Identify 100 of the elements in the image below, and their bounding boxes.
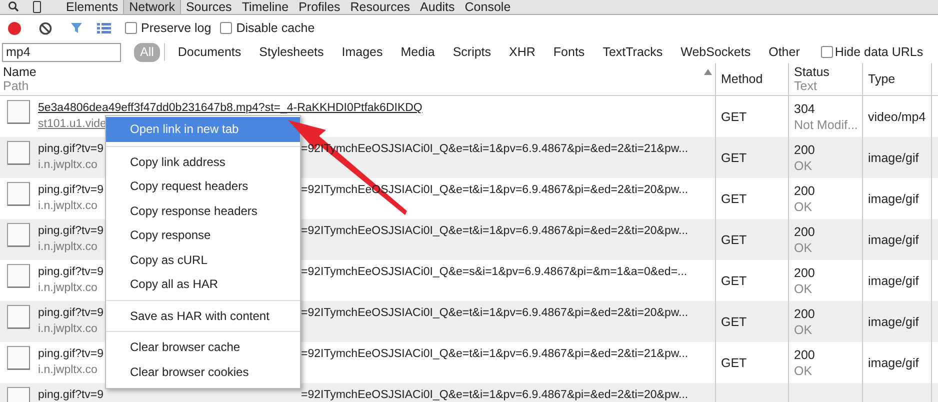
request-path: i.n.jwpltx.co [38,199,98,214]
file-icon [7,223,30,247]
type-text: image/gif [868,190,919,206]
file-icon [7,100,30,124]
request-name: ping.gif?tv=9 [38,266,104,278]
column-header[interactable]: Method [721,72,763,86]
status-code: 200 [794,264,816,280]
request-path: i.n.jwpltx.co [38,363,98,378]
checkbox[interactable] [220,22,232,34]
mobile-device-icon[interactable] [33,1,41,13]
type-filter-tab[interactable]: Documents [172,42,248,62]
panel-tab[interactable]: Audits [415,0,460,14]
request-path: i.n.jwpltx.co [38,281,98,296]
status-text: OK [794,240,814,256]
panel-tab[interactable]: Profiles [294,0,346,14]
column-subheader: Path [3,79,30,93]
filter-icon[interactable] [70,22,83,34]
request-name: =92ITymchEeOSJSIACi0I_Q&e=t&i=1&pv=6.9.4867&pi=&ed=2&ti=20&pw... [301,224,688,239]
request-name: ping.gif?tv=9 [38,225,104,237]
menu-item[interactable]: Open link in new tab [106,117,300,142]
column-header[interactable]: Name [3,65,36,79]
checkbox-label: Preserve log [141,20,212,37]
method-text: GET [721,272,747,288]
clear-icon[interactable] [39,22,52,34]
request-name: =92ITymchEeOSJSIACi0I_Q&e=t&i=1&pv=6.9.4867&pi=&ed=2&ti=21&pw... [301,347,688,362]
request-name: ping.gif?tv=9 [38,184,104,196]
status-code: 200 [794,142,816,158]
request-name: =92ITymchEeOSJSIACi0I_Q&e=t&i=1&pv=6.9.4867&pi=&ed=2&ti=20&pw... [301,306,688,321]
list-view-icon[interactable] [97,22,111,34]
type-filter-tab[interactable]: XHR [503,42,542,62]
search-icon[interactable] [8,1,19,12]
method-text: GET [721,190,747,206]
status-code: 200 [794,346,816,362]
status-text: Not Modif... [794,116,859,132]
menu-item[interactable]: Copy all as HAR [106,272,300,296]
panel-tab[interactable]: Console [460,0,516,14]
status-text: OK [794,280,814,296]
type-filter-tab[interactable]: Media [394,42,441,62]
column-header[interactable]: Type [868,72,896,86]
method-text: GET [721,150,747,166]
file-icon [7,182,30,206]
type-text: image/gif [868,272,919,288]
menu-item[interactable]: Clear browser cache [106,335,300,360]
type-text: video/mp4 [868,108,926,124]
status-code: 304 [794,100,816,116]
file-icon [7,141,30,165]
menu-item[interactable]: Copy response headers [106,198,300,223]
file-icon [7,346,30,370]
request-name: ping.gif?tv=9 [38,389,104,401]
record-button[interactable] [8,22,21,34]
column-header[interactable]: Status [794,65,862,79]
method-text: GET [721,354,747,370]
type-filter-tab[interactable]: Scripts [446,42,498,62]
method-text: GET [721,314,747,330]
file-icon [7,305,30,329]
status-code: 200 [794,224,816,240]
file-icon [7,264,30,288]
request-link[interactable]: 5e3a4806dea49eff3f47dd0b231647b8.mp4?st=_4-RaKKHDI0Ptfak6DIKDQ [38,102,422,114]
menu-item[interactable]: Copy as cURL [106,248,300,272]
status-text: OK [794,322,814,338]
type-filter-tab[interactable]: Stylesheets [253,42,330,62]
checkbox-label: Disable cache [236,20,315,37]
request-name: =92ITymchEeOSJSIACi0I_Q&e=t&i=1&pv=6.9.4867&pi=&ed=2&ti=20&pw... [301,388,688,402]
request-path: i.n.jwpltx.co [38,322,98,337]
menu-item[interactable]: Save as HAR with content [106,304,300,328]
menu-item[interactable]: Copy response [106,223,300,248]
panel-tab[interactable]: Timeline [236,0,294,14]
menu-item[interactable]: Copy request headers [106,174,300,198]
request-name: =92ITymchEeOSJSIACi0I_Q&e=s&i=1&pv=6.9.4867&pi=&m=1&a=0&ed=... [301,265,688,280]
request-path: i.n.jwpltx.co [38,158,98,173]
column-subheader: Text [794,79,818,93]
type-filter-tab[interactable]: Other [762,42,806,62]
checkbox[interactable] [125,22,137,34]
checkbox-label: Hide data URLs [834,44,924,61]
status-text: OK [794,158,814,174]
method-text: GET [721,108,747,124]
status-text: OK [794,198,814,214]
type-text: image/gif [868,354,919,370]
panel-tab[interactable]: Elements [61,0,124,14]
request-name: ping.gif?tv=9 [38,143,104,155]
type-text: image/gif [868,314,919,330]
sort-triangle-icon[interactable] [704,69,712,75]
status-text: OK [794,362,814,378]
status-code: 200 [794,182,816,198]
panel-tab[interactable]: Sources [180,0,237,14]
type-filter-tab[interactable]: Images [336,42,389,62]
type-filter-tab[interactable]: TextTracks [596,42,669,62]
filter-field[interactable]: mp4 [2,42,121,62]
request-path: st101.u1.vide [38,117,106,132]
panel-tab[interactable]: Resources [345,0,416,14]
request-path: i.n.jwpltx.co [38,240,98,255]
request-name: ping.gif?tv=9 [38,348,104,360]
type-text: image/gif [868,232,919,248]
type-filter-tab[interactable]: WebSockets [674,42,757,62]
type-filter-tab[interactable]: Fonts [547,42,591,62]
menu-item[interactable]: Clear browser cookies [106,360,300,384]
panel-tab[interactable]: Network [123,0,181,14]
method-text: GET [721,232,747,248]
checkbox[interactable] [820,46,833,58]
menu-item[interactable]: Copy link address [106,150,300,174]
